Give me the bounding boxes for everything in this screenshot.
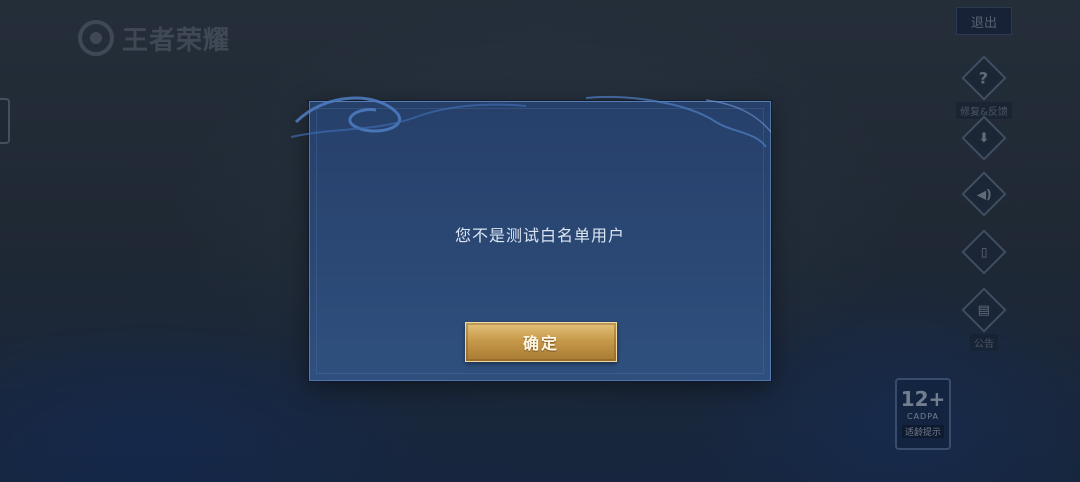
confirm-button[interactable]: 确定 xyxy=(465,322,617,362)
dialog-message: 您不是测试白名单用户 xyxy=(454,226,625,245)
alert-dialog: 您不是测试白名单用户 确定 xyxy=(290,96,772,381)
cloud-swirl-ornament-icon xyxy=(290,96,772,148)
